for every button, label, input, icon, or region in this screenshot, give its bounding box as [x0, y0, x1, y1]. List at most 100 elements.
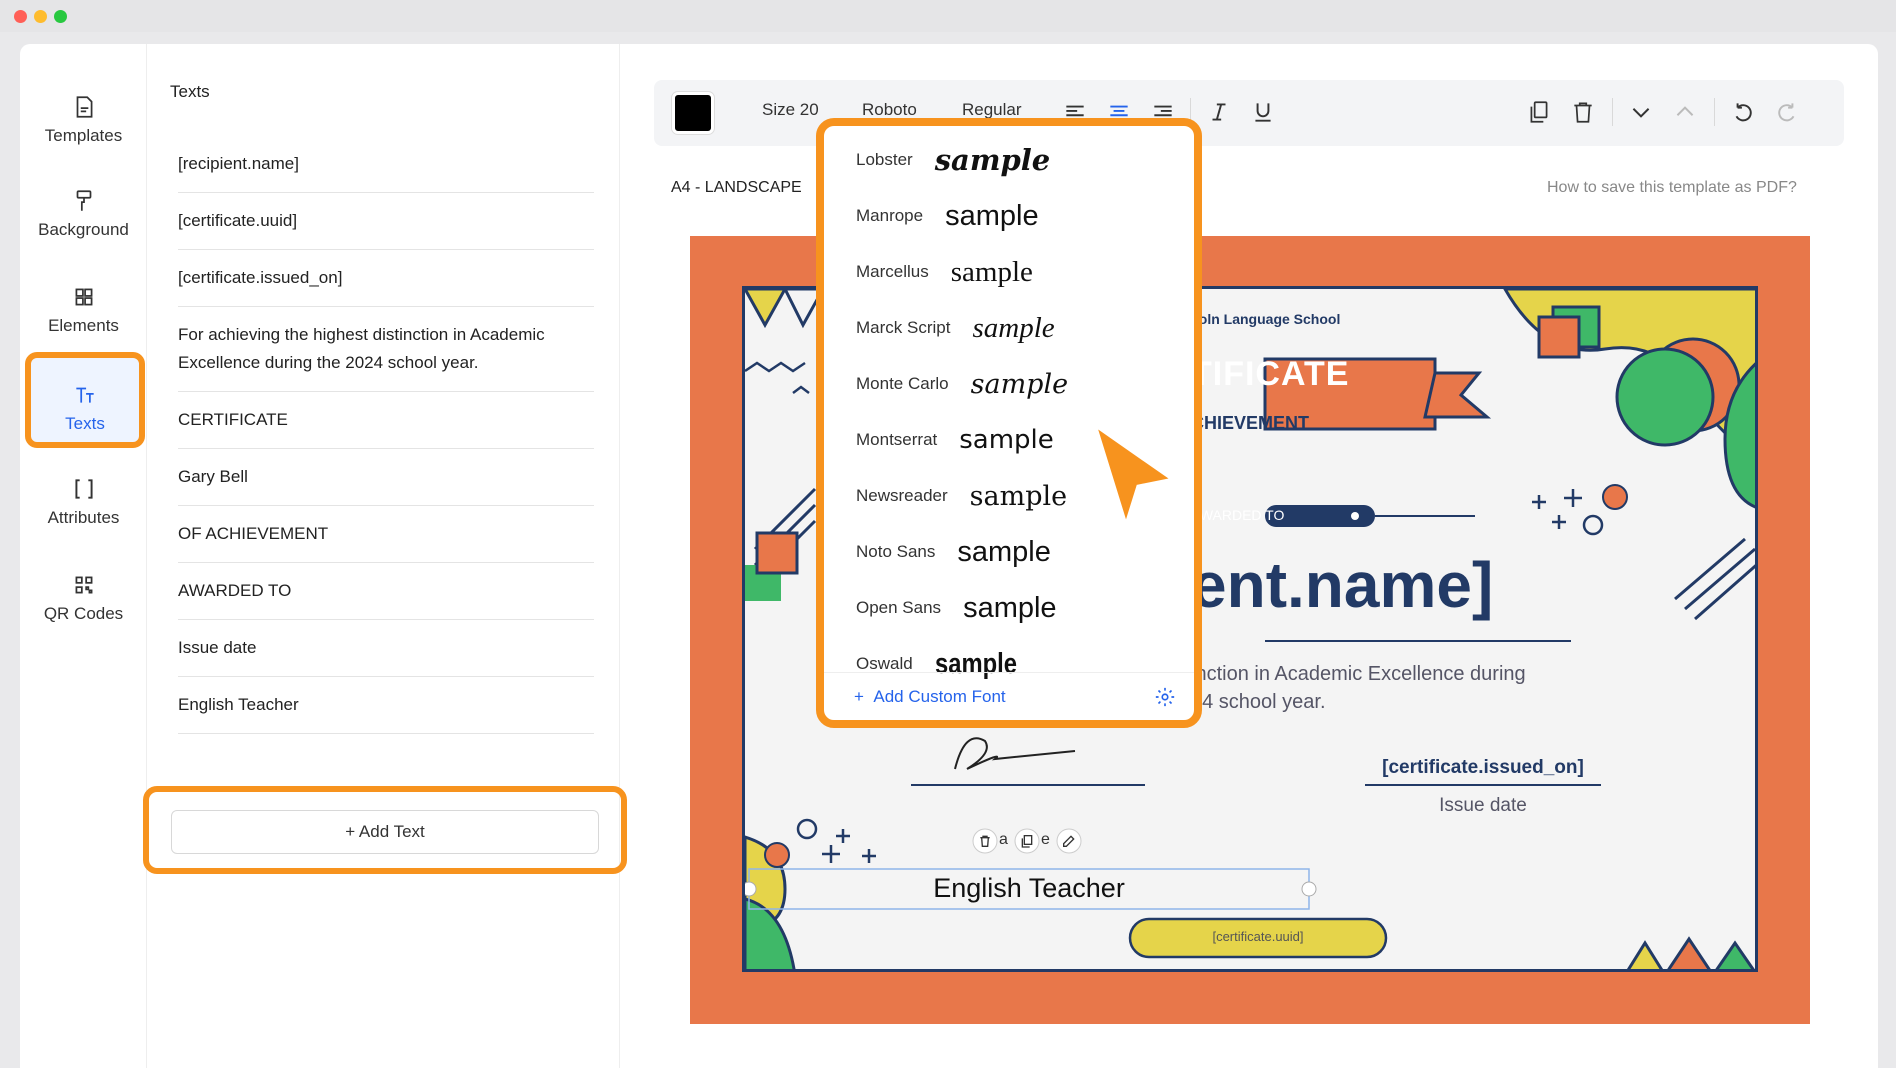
italic-icon[interactable] — [1206, 99, 1232, 125]
font-name: Oswald — [856, 654, 913, 673]
text-list-item[interactable]: Gary Bell — [178, 449, 594, 506]
font-dropdown: Lobster sample Manrope sample Marcellus sam… — [816, 118, 1202, 728]
underline-icon[interactable] — [1250, 99, 1276, 125]
sidebar-item-label: Background — [38, 220, 129, 239]
certificate-subtitle[interactable]: CHIEVEMENT — [1191, 413, 1309, 434]
text-list-item[interactable]: English Teacher — [178, 677, 594, 734]
font-name: Lobster — [856, 150, 913, 169]
font-sample: sample — [934, 143, 1051, 177]
trash-icon[interactable] — [1570, 99, 1596, 125]
font-option-marcellus[interactable]: Marcellus sample — [834, 244, 1184, 300]
plus-icon: + — [854, 687, 874, 706]
font-name: Newsreader — [856, 486, 948, 505]
toolbar-divider — [1612, 98, 1613, 126]
maximize-window-button[interactable] — [54, 10, 67, 23]
font-weight-select[interactable]: Regular — [962, 100, 1022, 120]
text-icon — [76, 387, 94, 403]
font-name: Open Sans — [856, 598, 942, 617]
text-list-item[interactable]: CERTIFICATE — [178, 392, 594, 449]
certificate-description-1[interactable]: inction in Academic Excellence during — [1191, 663, 1526, 686]
sidebar-item-templates[interactable]: Templates — [20, 80, 147, 164]
help-link[interactable]: How to save this template as PDF? — [1547, 179, 1797, 197]
font-size-select[interactable]: Size 20 — [762, 100, 819, 120]
sidebar-item-label: QR Codes — [43, 604, 124, 623]
sidebar-item-background[interactable]: Background — [20, 174, 147, 258]
font-option-marck-script[interactable]: Marck Script sample — [834, 300, 1184, 356]
font-dropdown-footer: + Add Custom Font — [824, 672, 1194, 720]
issued-on-field[interactable]: [certificate.issued_on] — [1365, 757, 1601, 779]
certificate-uuid-field[interactable]: [certificate.uuid] — [1130, 929, 1386, 944]
issue-date-label[interactable]: Issue date — [1365, 795, 1601, 817]
text-list-item[interactable]: OF ACHIEVEMENT — [178, 506, 594, 563]
text-list-item[interactable]: Issue date — [178, 620, 594, 677]
duplicate-element-icon[interactable] — [1019, 833, 1035, 849]
minimize-window-button[interactable] — [34, 10, 47, 23]
certificate-title[interactable]: TIFICATE — [1191, 355, 1349, 394]
sidebar-item-elements[interactable]: Elements — [20, 270, 147, 354]
text-list: [recipient.name] [certificate.uuid] [cer… — [178, 136, 594, 734]
school-name[interactable]: coln Language School — [1191, 311, 1340, 327]
font-name: Monte Carlo — [856, 374, 949, 393]
font-sample: sample — [972, 311, 1055, 344]
close-window-button[interactable] — [14, 10, 27, 23]
window-titlebar — [0, 0, 1896, 32]
toolbar-divider — [1714, 98, 1715, 126]
sidebar: Templates Background Elements Texts Attr… — [20, 44, 147, 1068]
font-option-open-sans[interactable]: Open Sans sample — [834, 580, 1184, 636]
font-option-lobster[interactable]: Lobster sample — [834, 132, 1184, 188]
font-name: Manrope — [856, 206, 924, 225]
recipient-name[interactable]: ent.name] — [1191, 549, 1493, 621]
font-list: Lobster sample Manrope sample Marcellus sam… — [834, 132, 1184, 692]
font-family-select[interactable]: Roboto — [862, 100, 917, 120]
awarded-to-label[interactable]: AWARDED TO — [1191, 507, 1284, 523]
add-custom-font-label: Add Custom Font — [873, 687, 1006, 706]
sidebar-item-texts[interactable]: Texts — [25, 352, 145, 448]
redo-icon[interactable] — [1774, 99, 1800, 125]
move-up-icon[interactable] — [1672, 99, 1698, 125]
sidebar-item-label: Texts — [65, 414, 105, 433]
text-list-item[interactable]: [recipient.name] — [178, 136, 594, 193]
template-icon — [76, 96, 92, 118]
sidebar-item-attributes[interactable]: Attributes — [20, 462, 147, 546]
sidebar-item-qr-codes[interactable]: QR Codes — [20, 558, 147, 642]
paper-size-label: A4 - LANDSCAPE — [671, 179, 802, 196]
add-text-highlight: + Add Text — [143, 786, 627, 874]
text-list-item[interactable]: AWARDED TO — [178, 563, 594, 620]
paint-roller-icon — [76, 190, 91, 211]
sidebar-item-label: Attributes — [47, 508, 120, 527]
font-name: Montserrat — [856, 430, 938, 449]
font-sample: sample — [959, 425, 1054, 455]
add-text-button[interactable]: + Add Text — [171, 810, 599, 854]
brackets-icon — [74, 479, 93, 499]
certificate-description-2[interactable]: 24 school year. — [1191, 691, 1326, 714]
add-custom-font-button[interactable]: + Add Custom Font — [854, 687, 1006, 707]
font-sample: sample — [970, 368, 1069, 400]
elements-icon — [75, 288, 92, 306]
sidebar-item-label: Elements — [48, 316, 119, 335]
delete-element-icon[interactable] — [977, 833, 993, 849]
font-sample: sample — [963, 591, 1057, 624]
font-name: Noto Sans — [856, 542, 936, 561]
gear-icon[interactable] — [1154, 686, 1176, 708]
font-sample: sample — [945, 199, 1039, 232]
partial-name-text-2: e — [1041, 831, 1050, 848]
panel-title: Texts — [170, 82, 210, 101]
text-list-item[interactable]: For achieving the highest distinction in… — [178, 307, 594, 392]
pointer-cursor-icon — [1098, 429, 1169, 520]
font-option-noto-sans[interactable]: Noto Sans sample — [834, 524, 1184, 580]
font-option-manrope[interactable]: Manrope sample — [834, 188, 1184, 244]
text-list-item[interactable]: [certificate.issued_on] — [178, 250, 594, 307]
english-teacher-text[interactable]: English Teacher — [749, 873, 1309, 904]
font-name: Marck Script — [856, 318, 951, 337]
duplicate-icon[interactable] — [1526, 99, 1552, 125]
font-option-monte-carlo[interactable]: Monte Carlo sample — [834, 356, 1184, 412]
edit-element-icon[interactable] — [1061, 833, 1077, 849]
undo-icon[interactable] — [1730, 99, 1756, 125]
text-list-item[interactable]: [certificate.uuid] — [178, 193, 594, 250]
font-sample: sample — [957, 535, 1051, 568]
font-sample: sample — [950, 255, 1033, 288]
font-name: Marcellus — [856, 262, 929, 281]
text-color-button[interactable] — [672, 92, 714, 134]
qr-icon — [75, 576, 92, 594]
move-down-icon[interactable] — [1628, 99, 1654, 125]
